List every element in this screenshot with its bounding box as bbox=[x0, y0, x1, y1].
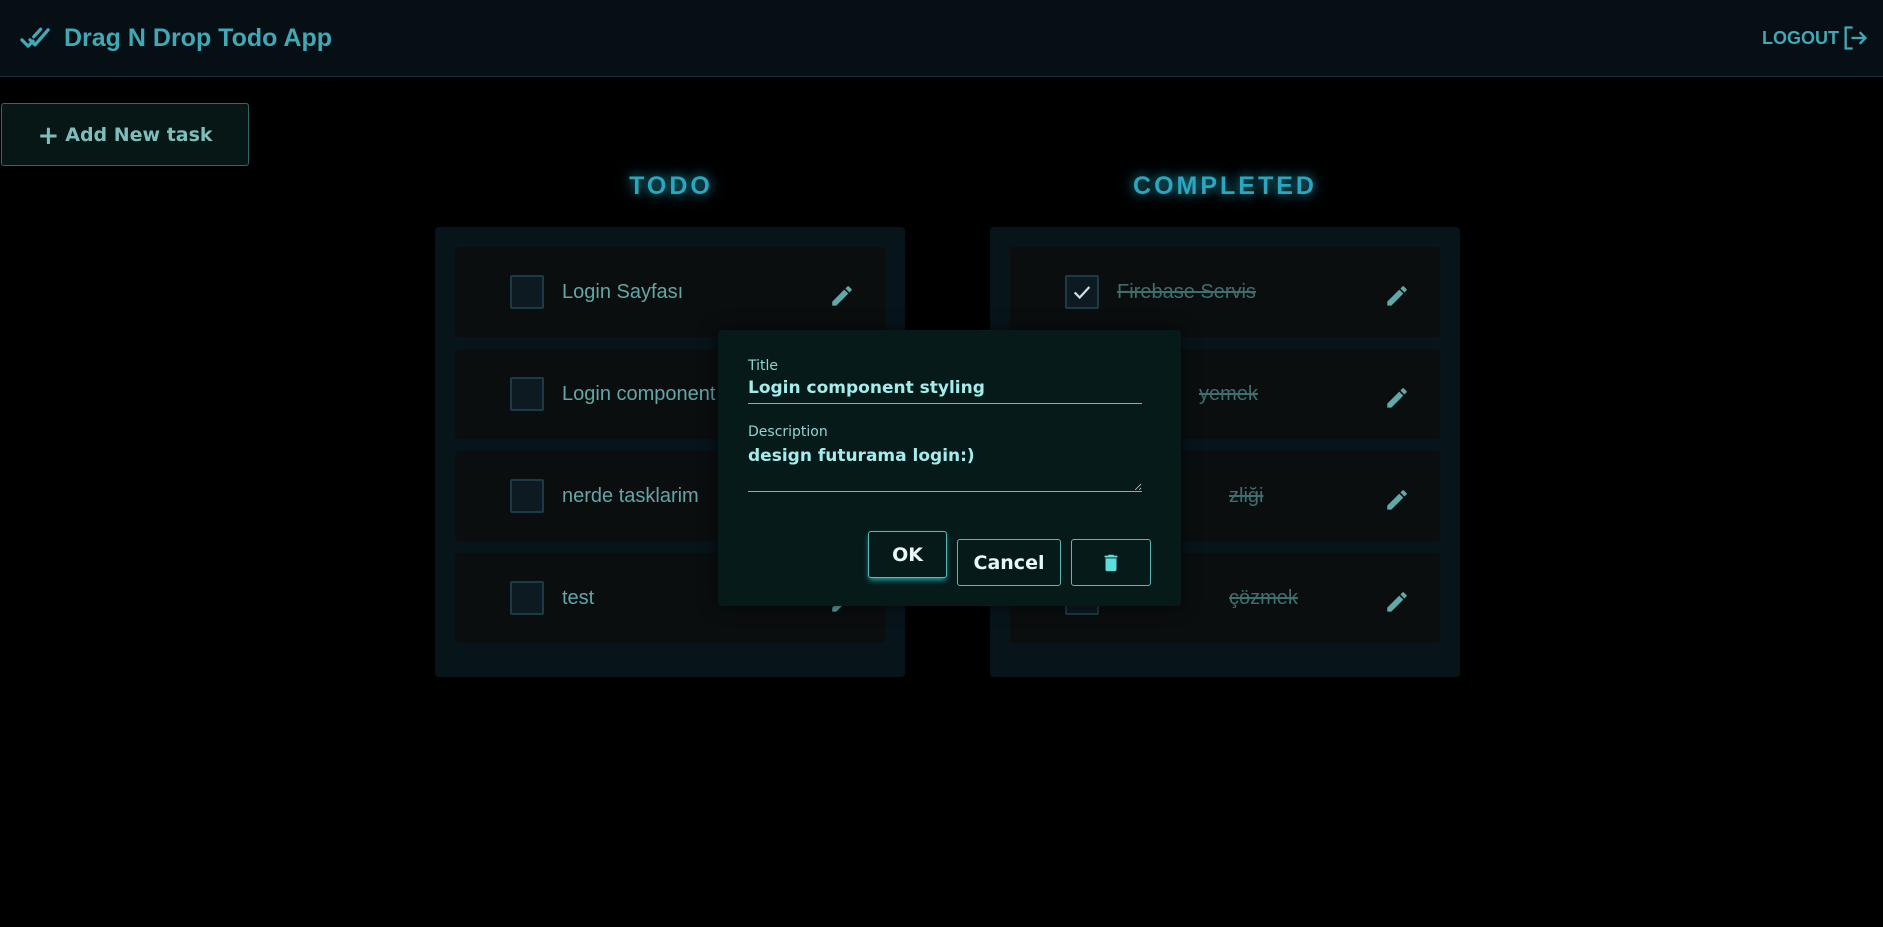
dialog-actions: OK Cancel bbox=[868, 531, 1151, 586]
task-title: Login Sayfası bbox=[562, 280, 684, 303]
task-title: yemek bbox=[1199, 382, 1258, 405]
cancel-button[interactable]: Cancel bbox=[957, 539, 1061, 586]
task-title: çözmek bbox=[1229, 586, 1298, 609]
task-checkbox[interactable] bbox=[510, 581, 544, 615]
task-checkbox[interactable] bbox=[1065, 275, 1099, 309]
edit-task-dialog: Title Description design futurama login:… bbox=[718, 330, 1181, 606]
description-input[interactable]: design futurama login:) bbox=[748, 440, 1142, 492]
delete-button[interactable] bbox=[1071, 539, 1151, 586]
trash-icon bbox=[1104, 554, 1118, 571]
task-title: zliği bbox=[1229, 484, 1264, 507]
add-new-task-button[interactable]: + Add New task bbox=[1, 103, 249, 166]
task-title: test bbox=[562, 586, 595, 609]
logout-button[interactable]: LOGOUT bbox=[1762, 24, 1869, 52]
logout-icon bbox=[1844, 26, 1868, 50]
pencil-icon[interactable] bbox=[1384, 487, 1410, 513]
completed-column-title: COMPLETED bbox=[1133, 172, 1317, 200]
pencil-icon[interactable] bbox=[1384, 589, 1410, 615]
logout-label: LOGOUT bbox=[1762, 27, 1839, 48]
task-title: nerde tasklarim bbox=[562, 484, 699, 507]
app-title: Drag N Drop Todo App bbox=[64, 23, 333, 52]
task-title: Firebase Servis bbox=[1117, 280, 1256, 303]
title-input[interactable] bbox=[748, 374, 1142, 404]
ok-button[interactable]: OK bbox=[868, 531, 947, 578]
task-card[interactable]: Login Sayfası bbox=[455, 247, 885, 337]
pencil-icon[interactable] bbox=[1384, 283, 1410, 309]
pencil-icon[interactable] bbox=[1384, 385, 1410, 411]
title-label: Title bbox=[748, 358, 779, 374]
brand: Drag N Drop Todo App bbox=[20, 23, 332, 53]
task-checkbox[interactable] bbox=[510, 377, 544, 411]
plus-icon: + bbox=[37, 120, 60, 151]
pencil-icon[interactable] bbox=[829, 283, 855, 309]
check-icon bbox=[1073, 286, 1091, 300]
task-checkbox[interactable] bbox=[510, 275, 544, 309]
app-header: Drag N Drop Todo App LOGOUT bbox=[0, 0, 1883, 77]
add-new-task-label: Add New task bbox=[65, 123, 213, 146]
check-double-icon bbox=[20, 27, 50, 48]
todo-column-title: TODO bbox=[629, 172, 713, 200]
task-card[interactable]: Firebase Servis bbox=[1010, 247, 1440, 337]
description-label: Description bbox=[748, 424, 828, 440]
task-checkbox[interactable] bbox=[510, 479, 544, 513]
